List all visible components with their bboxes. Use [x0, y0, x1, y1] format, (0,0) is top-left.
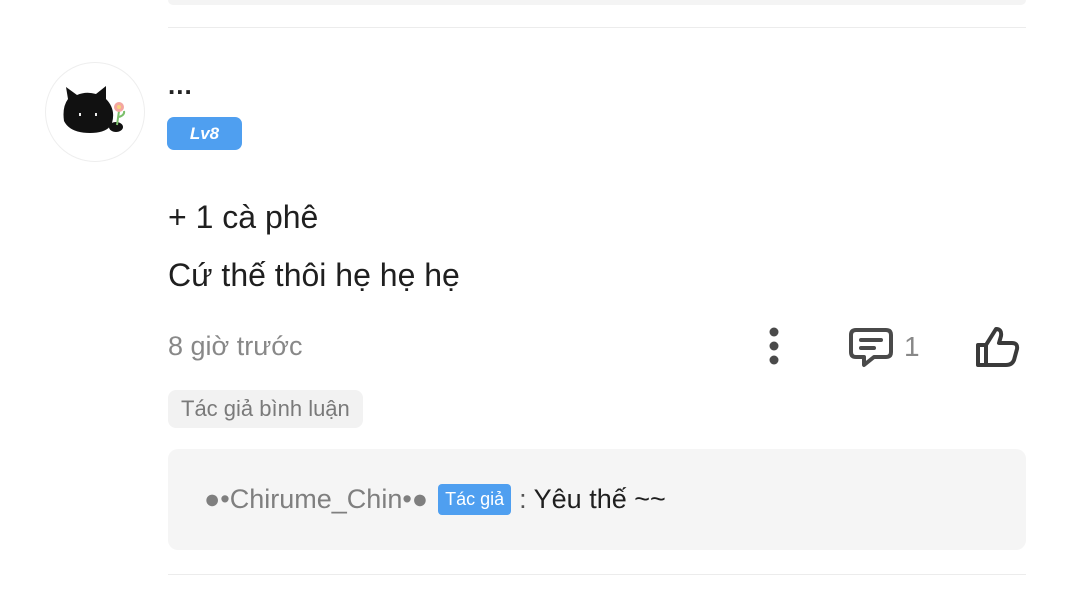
reply-button[interactable]: 1 — [846, 322, 920, 372]
comment-icon — [849, 328, 893, 367]
level-badge: Lv8 — [167, 117, 242, 150]
reply-author-name[interactable]: ●•Chirume_Chin•● — [204, 484, 428, 515]
avatar[interactable] — [45, 62, 145, 162]
reply-separator: : — [519, 484, 527, 514]
reply-text: Yêu thế ~~ — [533, 484, 666, 514]
timestamp: 8 giờ trước — [168, 331, 303, 361]
more-vertical-icon — [769, 327, 779, 365]
more-options-button[interactable] — [757, 322, 791, 370]
comment-text-line: + 1 cà phê — [168, 199, 319, 235]
author-badge: Tác giả — [438, 484, 512, 515]
reply-count: 1 — [904, 331, 920, 362]
like-button[interactable] — [970, 322, 1026, 372]
previous-card-edge — [168, 0, 1026, 5]
reply-preview[interactable]: ●•Chirume_Chin•● Tác giả : Yêu thế ~~ — [168, 449, 1026, 550]
author-commented-tag: Tác giả bình luận — [168, 390, 363, 428]
black-cat-avatar-icon — [63, 86, 126, 133]
divider — [168, 574, 1026, 575]
divider — [168, 27, 1026, 28]
thumbs-up-icon — [976, 327, 1020, 367]
username[interactable]: ... — [168, 70, 193, 101]
comment-text-line: Cứ thế thôi hẹ hẹ hẹ — [168, 257, 460, 293]
